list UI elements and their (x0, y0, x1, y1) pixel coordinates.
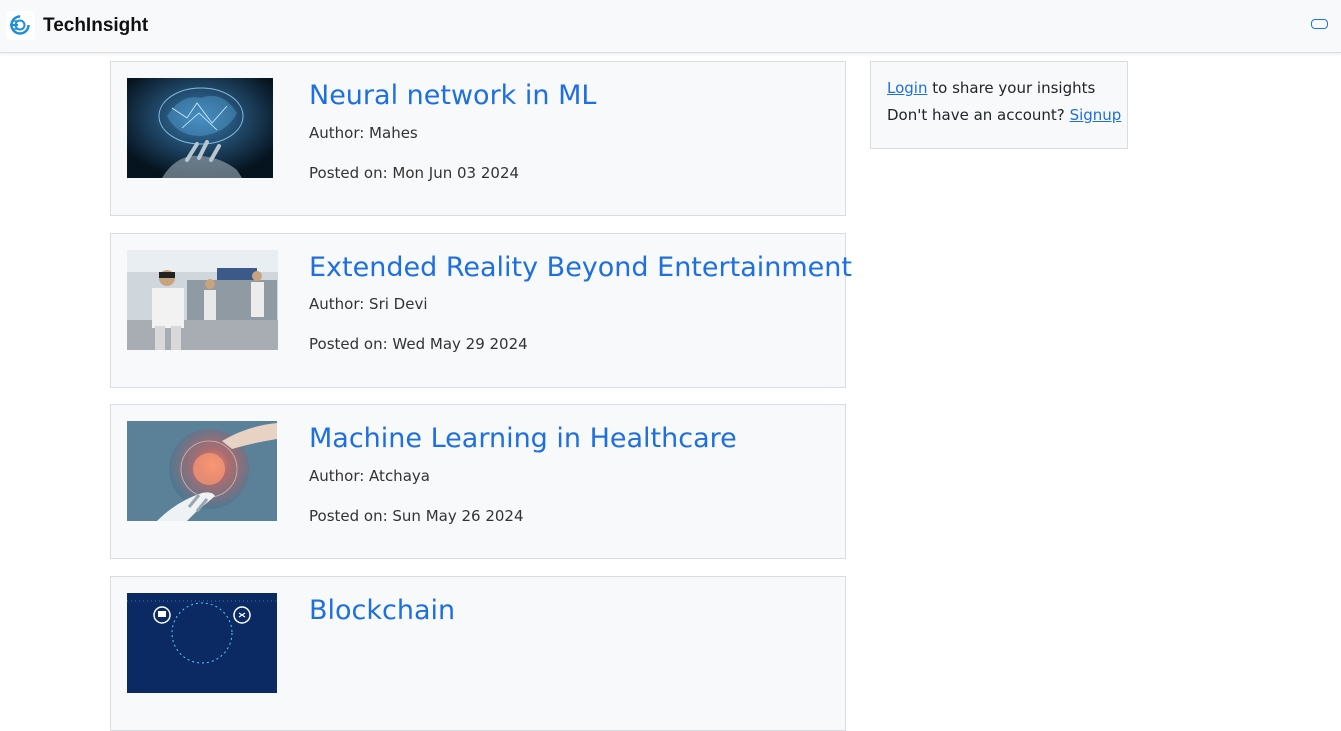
brand-name[interactable]: TechInsight (43, 14, 148, 38)
post-author: Author: Sri Devi (309, 295, 428, 313)
login-prompt-box: Login to share your insights Don't have … (870, 61, 1128, 149)
signup-line: Don't have an account? Signup (887, 106, 1121, 124)
post-date: Posted on: Mon Jun 03 2024 (309, 164, 520, 182)
post-author: Author: Mahes (309, 124, 418, 142)
post-title[interactable]: Extended Reality Beyond Entertainment (309, 250, 852, 286)
menu-toggle-icon[interactable] (1311, 19, 1328, 29)
navbar: TechInsight (0, 0, 1341, 53)
post-card: Blockchain (110, 576, 846, 731)
no-account-text: Don't have an account? (887, 106, 1065, 124)
login-line: Login to share your insights (887, 79, 1095, 97)
post-card: Extended Reality Beyond Entertainment Au… (110, 233, 852, 388)
login-link[interactable]: Login (887, 79, 927, 97)
post-thumbnail-vr[interactable] (127, 250, 278, 350)
post-title[interactable]: Blockchain (309, 593, 455, 629)
post-card: Machine Learning in Healthcare Author: A… (110, 404, 846, 559)
post-title[interactable]: Machine Learning in Healthcare (309, 421, 737, 457)
post-date: Posted on: Wed May 29 2024 (309, 335, 528, 353)
signup-link[interactable]: Signup (1070, 106, 1122, 124)
logo-icon[interactable] (6, 11, 35, 40)
post-title[interactable]: Neural network in ML (309, 78, 596, 114)
login-suffix-text: to share your insights (932, 79, 1096, 97)
post-thumbnail-brain[interactable] (127, 78, 273, 178)
post-date: Posted on: Sun May 26 2024 (309, 507, 524, 525)
post-thumbnail-healthcare[interactable] (127, 421, 277, 521)
post-thumbnail-blockchain[interactable] (127, 593, 277, 693)
post-author: Author: Atchaya (309, 467, 430, 485)
post-card: Neural network in ML Author: Mahes Poste… (110, 61, 846, 216)
